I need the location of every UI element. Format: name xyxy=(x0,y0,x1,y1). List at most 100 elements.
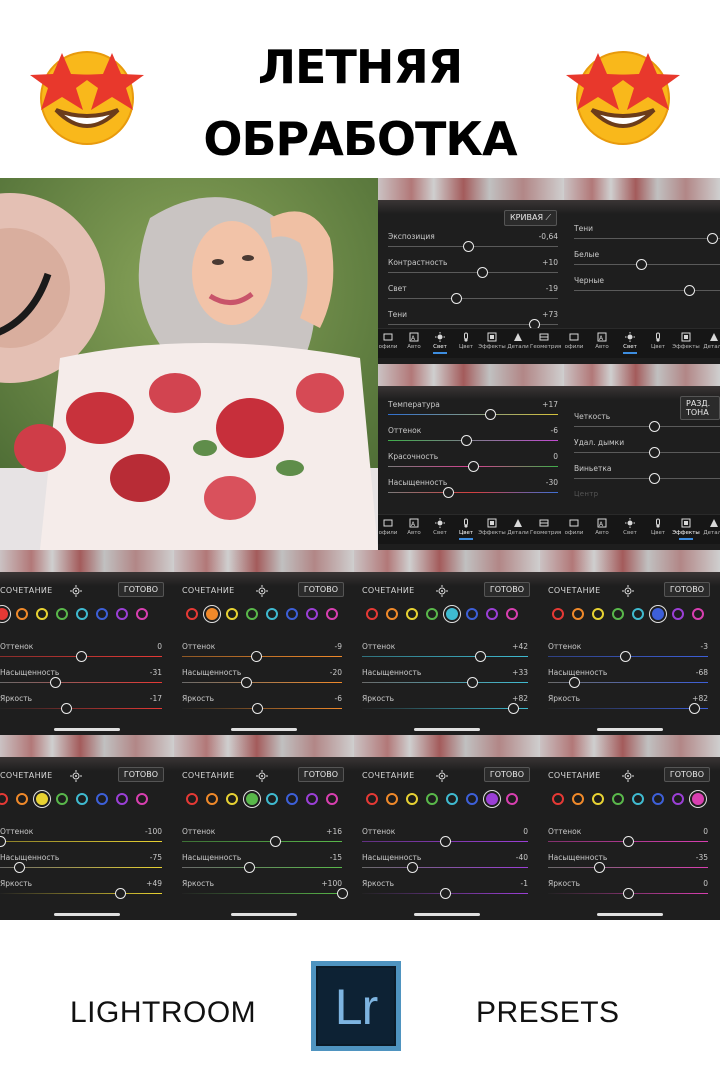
slider-knob[interactable] xyxy=(649,421,660,432)
color-swatch[interactable] xyxy=(652,793,664,805)
color-swatch[interactable] xyxy=(286,608,298,620)
toolbar-tab[interactable]: Эффекты xyxy=(672,332,700,350)
toolbar-tab[interactable]: офили xyxy=(564,332,588,350)
slider-knob[interactable] xyxy=(636,259,648,270)
color-swatch[interactable] xyxy=(386,608,398,620)
slider-track[interactable] xyxy=(0,708,162,709)
slider-track[interactable] xyxy=(548,708,708,709)
slider-track[interactable] xyxy=(362,708,528,709)
curve-button[interactable]: КРИВАЯ ⟋ xyxy=(504,210,558,226)
color-swatch[interactable] xyxy=(56,608,68,620)
slider-knob[interactable] xyxy=(623,888,634,899)
color-swatch[interactable] xyxy=(406,793,418,805)
slider-track[interactable] xyxy=(388,414,558,415)
color-swatch[interactable] xyxy=(246,608,258,620)
done-button[interactable]: ГОТОВО xyxy=(297,767,344,782)
slider-knob[interactable] xyxy=(476,267,488,278)
toolbar-tab[interactable]: Цвет xyxy=(452,518,480,540)
color-swatch[interactable] xyxy=(426,608,438,620)
color-swatch[interactable] xyxy=(96,793,108,805)
slider-knob[interactable] xyxy=(440,888,451,899)
slider-knob[interactable] xyxy=(485,409,496,420)
target-adjust-icon[interactable] xyxy=(256,582,268,597)
slider-track[interactable] xyxy=(388,440,558,441)
color-swatch[interactable] xyxy=(136,793,148,805)
toolbar-tab[interactable]: Детали xyxy=(504,332,532,350)
color-swatch[interactable] xyxy=(572,793,584,805)
slider-knob[interactable] xyxy=(688,703,700,714)
slider-knob[interactable] xyxy=(462,241,474,252)
slider-knob[interactable] xyxy=(50,677,62,688)
color-swatch[interactable] xyxy=(36,793,48,805)
target-adjust-icon[interactable] xyxy=(70,582,82,597)
target-adjust-icon[interactable] xyxy=(70,767,82,782)
slider-knob[interactable] xyxy=(684,285,696,296)
slider-knob[interactable] xyxy=(250,651,262,662)
slider-track[interactable] xyxy=(388,272,558,273)
slider-knob[interactable] xyxy=(114,888,126,899)
color-swatch[interactable] xyxy=(426,793,438,805)
color-swatch[interactable] xyxy=(326,608,338,620)
color-swatch[interactable] xyxy=(206,793,218,805)
color-swatch[interactable] xyxy=(692,608,704,620)
color-swatch[interactable] xyxy=(306,608,318,620)
toolbar-tab[interactable]: Детали xyxy=(504,518,532,536)
slider-knob[interactable] xyxy=(706,233,718,244)
color-swatch[interactable] xyxy=(466,608,478,620)
toolbar-tab[interactable]: Геометрия xyxy=(530,332,561,350)
toolbar-tab[interactable]: Свет xyxy=(616,332,644,354)
slider-knob[interactable] xyxy=(594,862,606,873)
color-swatch[interactable] xyxy=(366,608,378,620)
color-swatch[interactable] xyxy=(486,608,498,620)
target-adjust-icon[interactable] xyxy=(622,582,634,597)
color-swatch[interactable] xyxy=(206,608,218,620)
color-swatch[interactable] xyxy=(76,793,88,805)
color-swatch[interactable] xyxy=(136,608,148,620)
color-swatch[interactable] xyxy=(632,793,644,805)
color-swatch[interactable] xyxy=(186,608,198,620)
toolbar-tab[interactable]: Эффекты xyxy=(478,332,506,350)
toolbar-tab[interactable]: Эффекты xyxy=(672,518,700,540)
color-swatch[interactable] xyxy=(286,793,298,805)
slider-knob[interactable] xyxy=(468,461,479,472)
slider-track[interactable] xyxy=(362,682,528,683)
target-adjust-icon[interactable] xyxy=(622,767,634,782)
color-swatch[interactable] xyxy=(226,793,238,805)
slider-track[interactable] xyxy=(388,492,558,493)
color-swatch[interactable] xyxy=(266,608,278,620)
slider-track[interactable] xyxy=(574,426,720,427)
color-swatch[interactable] xyxy=(552,608,564,620)
color-swatch[interactable] xyxy=(592,608,604,620)
toolbar-tab[interactable]: A Авто xyxy=(588,518,616,536)
color-swatch[interactable] xyxy=(612,793,624,805)
toolbar-tab[interactable]: Цвет xyxy=(644,332,672,350)
slider-knob[interactable] xyxy=(252,703,264,714)
slider-track[interactable] xyxy=(182,682,342,683)
toolbar-tab[interactable]: Эффекты xyxy=(478,518,506,536)
slider-knob[interactable] xyxy=(649,473,660,484)
color-swatch[interactable] xyxy=(506,608,518,620)
color-swatch[interactable] xyxy=(116,793,128,805)
done-button[interactable]: ГОТОВО xyxy=(663,767,710,782)
slider-knob[interactable] xyxy=(440,836,451,847)
toolbar-tab[interactable]: Детали xyxy=(700,518,720,536)
toolbar-tab[interactable]: Геометрия xyxy=(530,518,561,536)
slider-track[interactable] xyxy=(182,656,342,657)
slider-track[interactable] xyxy=(0,841,162,842)
slider-knob[interactable] xyxy=(623,836,634,847)
toolbar-tab[interactable]: A Авто xyxy=(400,332,428,350)
slider-track[interactable] xyxy=(182,893,342,894)
done-button[interactable]: ГОТОВО xyxy=(117,767,164,782)
done-button[interactable]: ГОТОВО xyxy=(483,767,530,782)
color-swatch[interactable] xyxy=(592,793,604,805)
slider-knob[interactable] xyxy=(619,651,631,662)
slider-knob[interactable] xyxy=(61,703,73,714)
toolbar-tab[interactable]: Свет xyxy=(426,518,454,536)
toolbar-tab[interactable]: Цвет xyxy=(644,518,672,536)
slider-knob[interactable] xyxy=(568,677,580,688)
slider-knob[interactable] xyxy=(0,836,6,847)
color-swatch[interactable] xyxy=(406,608,418,620)
slider-knob[interactable] xyxy=(241,677,252,688)
slider-track[interactable] xyxy=(548,867,708,868)
slider-track[interactable] xyxy=(0,682,162,683)
